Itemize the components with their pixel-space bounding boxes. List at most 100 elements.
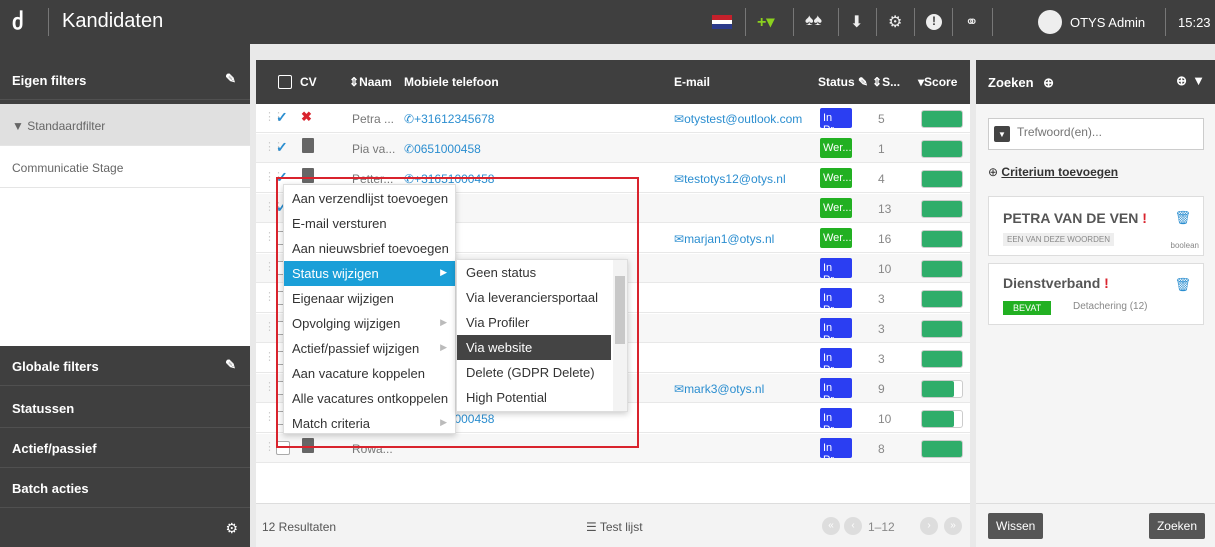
headset-icon[interactable]: ⚭	[965, 12, 978, 32]
criterium-card-petra[interactable]: PETRA VAN DE VEN ! 🗑 EEN VAN DEZE WOORDE…	[988, 196, 1204, 256]
context-menu-item[interactable]: Aan nieuwsbrief toevoegen	[284, 236, 455, 261]
table-row[interactable]: ⋮⋮ ✓ ✖ Petra ... ✆+31612345678 ✉otystest@outl…	[256, 104, 970, 133]
col-status[interactable]: Status ✎	[818, 75, 868, 89]
crosshair-icon[interactable]: ⊕	[1043, 75, 1054, 90]
submenu-item[interactable]: Via website	[457, 335, 611, 360]
context-menu-item[interactable]: Eigenaar wijzigen	[284, 286, 455, 311]
status-badge[interactable]: Wer...	[820, 168, 852, 188]
people-icon[interactable]: ♠♠	[805, 12, 822, 32]
trash-icon[interactable]: 🗑	[1174, 210, 1191, 226]
next-page-icon[interactable]: ›	[920, 517, 938, 535]
add-criterium-link[interactable]: ⊕ Criterium toevoegen	[988, 165, 1118, 179]
submenu-item[interactable]: Delete (GDPR Delete)	[457, 360, 611, 385]
submenu-item[interactable]: Geen status	[457, 260, 611, 285]
plus-icon[interactable]: +▾	[757, 12, 774, 32]
trash-icon[interactable]: 🗑	[1174, 277, 1191, 293]
cell-naam[interactable]: Rowa...	[352, 442, 396, 456]
flag-icon[interactable]	[712, 15, 732, 29]
col-s[interactable]: ⇕S...	[872, 75, 900, 89]
status-badge[interactable]: In Pr...	[820, 258, 852, 278]
submenu-scroll-thumb[interactable]	[615, 276, 625, 344]
cell-email[interactable]: ✉mark3@otys.nl	[674, 382, 764, 396]
context-menu-item[interactable]: Aan verzendlijst toevoegen	[284, 186, 455, 211]
alert-icon[interactable]: !	[926, 14, 942, 30]
col-cv[interactable]: CV	[300, 75, 317, 89]
submenu-item[interactable]: Via leveranciersportaal	[457, 285, 611, 310]
left-footer: ⚙	[0, 509, 250, 547]
email-address: otystest@outlook.com	[684, 112, 803, 126]
filter-item-standaardfilter[interactable]: ▼ Standaardfilter	[0, 104, 250, 146]
status-submenu: Geen status Via leveranciersportaal Via Pr…	[456, 259, 628, 412]
document-icon[interactable]	[302, 138, 314, 153]
actief-passief-header[interactable]: Actief/passief	[0, 428, 250, 468]
cell-email[interactable]: ✉otystest@outlook.com	[674, 112, 802, 126]
prev-page-icon[interactable]: ‹	[844, 517, 862, 535]
context-menu-item[interactable]: Actief/passief wijzigen ▶	[284, 336, 455, 361]
gear-icon[interactable]: ⚙	[225, 520, 238, 537]
first-page-icon[interactable]: «	[822, 517, 840, 535]
col-mobiele-telefoon[interactable]: Mobiele telefoon	[404, 75, 499, 89]
status-badge[interactable]: In Pr...	[820, 438, 852, 458]
batch-acties-header[interactable]: Batch acties	[0, 468, 250, 508]
cell-email[interactable]: ✉testotys12@otys.nl	[674, 172, 786, 186]
document-icon[interactable]	[302, 168, 314, 183]
cell-naam[interactable]: Pia va...	[352, 142, 396, 156]
download-icon[interactable]: ⬇	[850, 12, 863, 32]
globale-filters-header[interactable]: Globale filters ✎	[0, 346, 250, 386]
list-selector[interactable]: ☰ Test lijst	[586, 520, 643, 534]
dropdown-icon[interactable]: ▼	[994, 126, 1010, 142]
status-badge[interactable]: In Pr...	[820, 378, 852, 398]
status-badge[interactable]: In Pr...	[820, 288, 852, 308]
document-icon[interactable]	[302, 438, 314, 453]
cell-email[interactable]: ✉marjan1@otys.nl	[674, 232, 774, 246]
criterium-card-dienstverband[interactable]: Dienstverband ! 🗑 BEVAT Detachering (12)	[988, 263, 1204, 325]
col-score[interactable]: ▾Score	[918, 75, 957, 89]
select-all-checkbox[interactable]	[278, 75, 292, 89]
cell-naam[interactable]: Petra ...	[352, 112, 396, 126]
status-badge[interactable]: Wer...	[820, 138, 852, 158]
row-checkbox[interactable]	[276, 441, 290, 455]
last-page-icon[interactable]: »	[944, 517, 962, 535]
cell-s: 5	[878, 112, 885, 126]
context-menu-item[interactable]: Match criteria ▶	[284, 411, 455, 436]
pencil-icon[interactable]: ✎	[225, 71, 236, 87]
table-row[interactable]: ⋮⋮Rowa...In Pr...8	[256, 434, 970, 463]
status-badge[interactable]: In Pr...	[820, 108, 852, 128]
funnel-icon[interactable]: ▼	[1192, 73, 1205, 88]
cell-phone[interactable]: ✆0651000458	[404, 142, 481, 156]
context-menu-item[interactable]: E-mail versturen	[284, 211, 455, 236]
user-name[interactable]: OTYS Admin	[1070, 15, 1145, 30]
search-button[interactable]: Zoeken	[1148, 513, 1205, 539]
cell-phone[interactable]: ✆+31612345678	[404, 112, 494, 126]
score-fill	[922, 321, 962, 337]
table-row[interactable]: ⋮⋮ ✓ Pia va... ✆0651000458 Wer... 1	[256, 134, 970, 163]
status-badge[interactable]: In Pr...	[820, 408, 852, 428]
add-icon[interactable]: ⊕	[1176, 73, 1187, 89]
filter-item-communicatie-stage[interactable]: Communicatie Stage	[0, 146, 250, 188]
col-email[interactable]: E-mail	[674, 75, 710, 89]
submenu-item[interactable]: High Potential	[457, 385, 611, 410]
statussen-header[interactable]: Statussen	[0, 388, 250, 428]
keyword-input[interactable]	[1017, 125, 1197, 139]
submenu-item[interactable]: Via Profiler	[457, 310, 611, 335]
gear-icon[interactable]: ⚙	[888, 12, 902, 32]
context-menu-item[interactable]: Alle vacatures ontkoppelen	[284, 386, 455, 411]
otys-logo[interactable]: ძ	[12, 9, 24, 35]
avatar[interactable]	[1038, 10, 1062, 34]
status-badge[interactable]: In Pr...	[820, 348, 852, 368]
check-icon[interactable]: ✓	[276, 109, 288, 126]
status-badge[interactable]: Wer...	[820, 198, 852, 218]
menu-item-label: Opvolging wijzigen	[292, 316, 401, 331]
context-menu-item[interactable]: Status wijzigen ▶	[284, 261, 455, 286]
check-icon[interactable]: ✓	[276, 139, 288, 156]
menu-item-label: E-mail versturen	[292, 216, 387, 231]
status-badge[interactable]: In Pr...	[820, 318, 852, 338]
keyword-search[interactable]: ▼	[988, 118, 1204, 150]
pencil-icon[interactable]: ✎	[225, 357, 236, 373]
eigen-filters-header[interactable]: Eigen filters ✎	[0, 60, 250, 100]
context-menu-item[interactable]: Aan vacature koppelen	[284, 361, 455, 386]
status-badge[interactable]: Wer...	[820, 228, 852, 248]
context-menu-item[interactable]: Opvolging wijzigen ▶	[284, 311, 455, 336]
col-naam[interactable]: ⇕Naam	[349, 75, 392, 89]
clear-button[interactable]: Wissen	[988, 513, 1044, 539]
